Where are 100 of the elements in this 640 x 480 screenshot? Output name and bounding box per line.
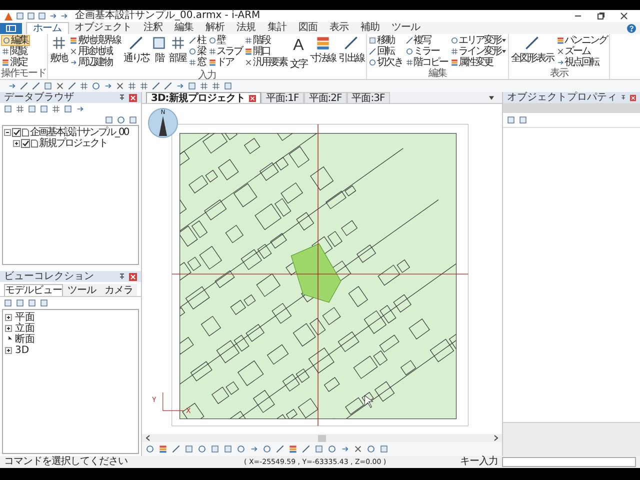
- ribbon-button[interactable]: 階: [151, 35, 167, 65]
- checkbox[interactable]: [21, 139, 30, 148]
- expand-icon[interactable]: [5, 314, 12, 321]
- expand-icon[interactable]: [5, 325, 12, 332]
- ribbon-button[interactable]: 測定: [1, 57, 30, 68]
- grid-icon[interactable]: [16, 105, 24, 113]
- document-tab[interactable]: 平面:3F: [346, 92, 390, 103]
- help-icon[interactable]: [627, 24, 636, 33]
- ribbon-button[interactable]: ドア: [208, 57, 243, 68]
- square-icon[interactable]: [507, 116, 515, 124]
- document-tab[interactable]: 3D:新規プロジェクト: [146, 92, 261, 103]
- ribbon-button[interactable]: 切欠き: [368, 57, 404, 68]
- ribbon-button[interactable]: ズーム: [556, 46, 608, 57]
- line-icon[interactable]: [276, 445, 284, 453]
- pin-icon[interactable]: [119, 94, 125, 101]
- arrow-icon[interactable]: [8, 82, 16, 90]
- tree-item[interactable]: 断面: [15, 334, 35, 345]
- ribbon-tab[interactable]: 集計: [262, 22, 292, 34]
- ribbon-button[interactable]: 通り芯: [122, 35, 150, 65]
- line-icon[interactable]: [172, 445, 180, 453]
- circle-icon[interactable]: [117, 116, 125, 124]
- square-icon[interactable]: [224, 445, 232, 453]
- ribbon-tab[interactable]: 注釈: [138, 22, 168, 34]
- ribbon-tab[interactable]: ツール: [386, 22, 426, 34]
- square-icon[interactable]: [129, 116, 137, 124]
- expand-icon[interactable]: [13, 140, 20, 147]
- ribbon-button[interactable]: 窓: [188, 57, 206, 68]
- layers-icon[interactable]: [289, 445, 297, 453]
- ribbon-button[interactable]: 複写: [404, 35, 448, 46]
- ribbon-button[interactable]: ミラー: [404, 46, 448, 57]
- square-icon[interactable]: [44, 82, 52, 90]
- line-icon[interactable]: [164, 82, 172, 90]
- square-icon[interactable]: [380, 445, 388, 453]
- cross-icon[interactable]: [56, 82, 64, 90]
- circle-icon[interactable]: [237, 445, 245, 453]
- checkbox[interactable]: [12, 128, 21, 137]
- circle-icon[interactable]: [146, 445, 154, 453]
- arrow-icon[interactable]: [49, 12, 57, 20]
- ribbon-button[interactable]: 編集: [1, 35, 30, 46]
- square-icon[interactable]: [188, 82, 196, 90]
- scroll-right-icon[interactable]: [494, 435, 498, 441]
- square-icon[interactable]: [40, 105, 48, 113]
- ribbon-button[interactable]: 敷地: [49, 35, 68, 65]
- square-icon[interactable]: [64, 105, 72, 113]
- key-input-field[interactable]: [502, 457, 636, 467]
- ribbon-tab[interactable]: 解析: [200, 22, 230, 34]
- square-icon[interactable]: [185, 445, 193, 453]
- cross-icon[interactable]: [116, 82, 124, 90]
- ribbon-button[interactable]: 梁: [188, 46, 206, 57]
- ribbon-button[interactable]: 壁: [208, 35, 243, 46]
- ribbon-button[interactable]: 属性変更: [450, 57, 507, 68]
- arrow-icon[interactable]: [76, 105, 84, 113]
- grid-icon[interactable]: [52, 105, 60, 113]
- ribbon-button[interactable]: 寸法線: [309, 35, 336, 65]
- circle-icon[interactable]: [92, 82, 100, 90]
- panel-tab[interactable]: カメラ: [100, 284, 137, 296]
- ribbon-tab[interactable]: 編集: [168, 22, 200, 34]
- square-icon[interactable]: [4, 105, 12, 113]
- scrollbar-thumb[interactable]: [318, 434, 326, 442]
- ribbon-button[interactable]: スラブ: [208, 46, 243, 57]
- pin-icon[interactable]: [119, 273, 125, 280]
- ribbon-button[interactable]: 回転: [368, 46, 404, 57]
- ribbon-button[interactable]: 視点回転: [556, 57, 608, 68]
- square-icon[interactable]: [28, 299, 36, 307]
- square-icon[interactable]: [105, 116, 113, 124]
- square-icon[interactable]: [16, 299, 24, 307]
- square-icon[interactable]: [224, 82, 232, 90]
- collapse-icon[interactable]: [4, 129, 11, 136]
- ribbon-button[interactable]: 階コピー: [404, 57, 448, 68]
- close-icon[interactable]: [630, 94, 636, 102]
- ribbon-button[interactable]: 用途地域: [69, 46, 122, 57]
- line-icon[interactable]: [20, 82, 28, 90]
- square-icon[interactable]: [315, 445, 323, 453]
- arrow-icon[interactable]: [176, 82, 184, 90]
- ribbon-button[interactable]: 閲覧: [1, 46, 30, 57]
- circle-icon[interactable]: [328, 445, 336, 453]
- restore-icon[interactable]: [597, 12, 605, 20]
- ribbon-button[interactable]: 移動: [368, 35, 404, 46]
- ribbon-button[interactable]: 部屋: [168, 35, 187, 65]
- tree-item[interactable]: 3D: [15, 345, 30, 356]
- circle-icon[interactable]: [198, 445, 206, 453]
- horizontal-scrollbar[interactable]: [142, 434, 502, 442]
- close-icon[interactable]: [620, 12, 628, 20]
- square-icon[interactable]: [27, 12, 35, 20]
- grid-icon[interactable]: [128, 82, 136, 90]
- circle-icon[interactable]: [263, 445, 271, 453]
- ribbon-button[interactable]: 周辺建物: [69, 57, 122, 68]
- grid-icon[interactable]: [212, 82, 220, 90]
- square-icon[interactable]: [40, 299, 48, 307]
- ribbon-button[interactable]: ライン変形: [450, 46, 507, 57]
- panel-tab[interactable]: ツール: [63, 284, 100, 296]
- ribbon-button[interactable]: 柱: [188, 35, 206, 46]
- ribbon-button[interactable]: 全図形表示: [510, 35, 554, 65]
- ribbon-button[interactable]: パンニング: [556, 35, 608, 46]
- line-icon[interactable]: [152, 82, 160, 90]
- scroll-left-icon[interactable]: [146, 435, 150, 441]
- line-icon[interactable]: [302, 445, 310, 453]
- ribbon-tab[interactable]: 表示: [324, 22, 354, 34]
- dropdown-caret-icon[interactable]: [489, 96, 494, 100]
- ribbon-button[interactable]: 引出線: [338, 35, 365, 65]
